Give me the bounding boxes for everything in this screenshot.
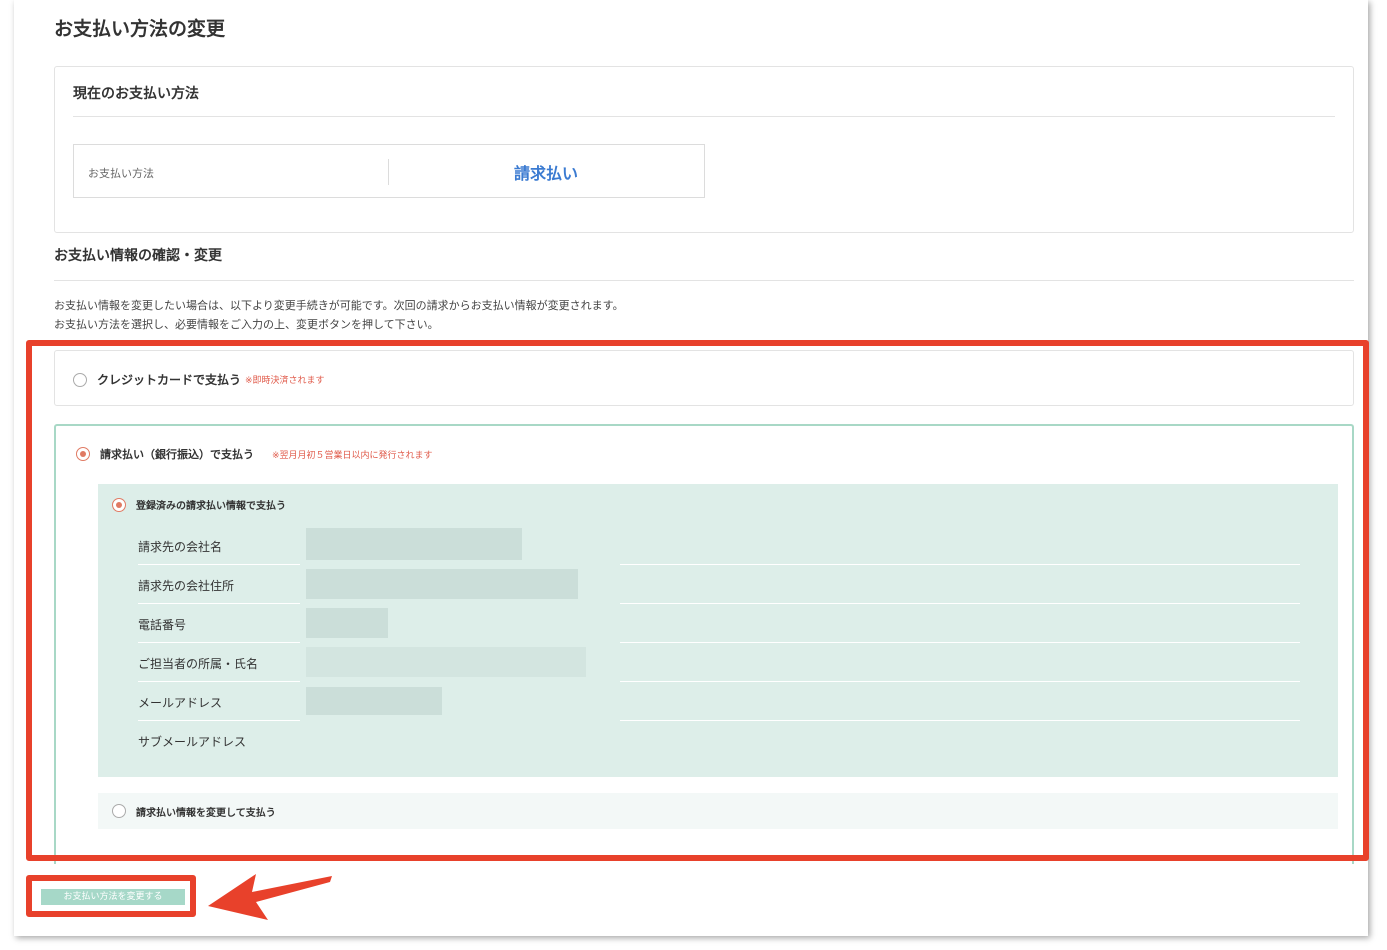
registered-radio[interactable]	[112, 498, 126, 512]
info-description: お支払い情報を変更したい場合は、以下より変更手続きが可能です。次回の請求からお支…	[54, 296, 624, 334]
method-value: 請求払い	[513, 164, 578, 183]
credit-option-label: クレジットカードで支払う	[97, 373, 242, 387]
field-label: 電話番号	[138, 618, 187, 632]
change-payment-button[interactable]: お支払い方法を変更する	[41, 889, 185, 905]
registered-info-panel: 登録済みの請求払い情報で支払う 請求先の会社名 請求先の会社住所 電話番号 ご担…	[98, 484, 1338, 777]
field-row-phone: 電話番号	[138, 604, 1338, 643]
blurred-value	[306, 528, 522, 560]
current-method-heading: 現在のお支払い方法	[73, 86, 199, 102]
field-row-contact: ご担当者の所属・氏名	[138, 643, 1338, 682]
divider	[73, 116, 1335, 117]
invoice-option[interactable]: 請求払い（銀行振込）で支払う ※翌月月初５営業日以内に発行されます 登録済みの請…	[54, 424, 1354, 864]
invoice-radio[interactable]	[76, 447, 90, 461]
current-method-card: 現在のお支払い方法 お支払い方法 請求払い	[54, 66, 1354, 233]
blurred-value	[306, 608, 388, 638]
invoice-option-note: ※翌月月初５営業日以内に発行されます	[272, 451, 433, 461]
page-title: お支払い方法の変更	[54, 18, 226, 40]
current-method-box: お支払い方法 請求払い	[73, 144, 705, 198]
blurred-value	[306, 569, 578, 599]
info-heading: お支払い情報の確認・変更	[54, 248, 222, 264]
field-label: 請求先の会社名	[138, 540, 223, 554]
page-container: お支払い方法の変更 現在のお支払い方法 お支払い方法 請求払い お支払い情報の確…	[14, 0, 1369, 936]
credit-option-note: ※即時決済されます	[245, 376, 325, 386]
field-row-sub-email: サブメールアドレス	[138, 721, 1338, 760]
submit-highlight: お支払い方法を変更する	[26, 875, 196, 917]
blurred-value	[306, 647, 586, 677]
invoice-option-label: 請求払い（銀行振込）で支払う	[100, 448, 254, 461]
field-label: メールアドレス	[138, 696, 223, 710]
field-row-email: メールアドレス	[138, 682, 1338, 721]
method-label: お支払い方法	[88, 167, 154, 180]
field-row-company: 請求先の会社名	[138, 526, 1338, 565]
field-label: サブメールアドレス	[138, 735, 247, 749]
info-line-2: お支払い方法を選択し、必要情報をご入力の上、変更ボタンを押して下さい。	[54, 318, 439, 331]
info-line-1: お支払い情報を変更したい場合は、以下より変更手続きが可能です。次回の請求からお支…	[54, 299, 624, 312]
pointer-arrow-icon	[208, 874, 332, 920]
field-row-address: 請求先の会社住所	[138, 565, 1338, 604]
divider	[54, 280, 1354, 281]
credit-radio[interactable]	[73, 373, 87, 387]
change-info-label: 請求払い情報を変更して支払う	[136, 808, 276, 819]
credit-card-option[interactable]: クレジットカードで支払う ※即時決済されます	[54, 350, 1354, 406]
field-label: 請求先の会社住所	[138, 579, 235, 593]
registered-option-label: 登録済みの請求払い情報で支払う	[136, 501, 286, 512]
change-info-option[interactable]: 請求払い情報を変更して支払う	[98, 793, 1338, 829]
field-label: ご担当者の所属・氏名	[138, 657, 259, 671]
blurred-value	[306, 687, 442, 715]
change-info-radio[interactable]	[112, 804, 126, 818]
